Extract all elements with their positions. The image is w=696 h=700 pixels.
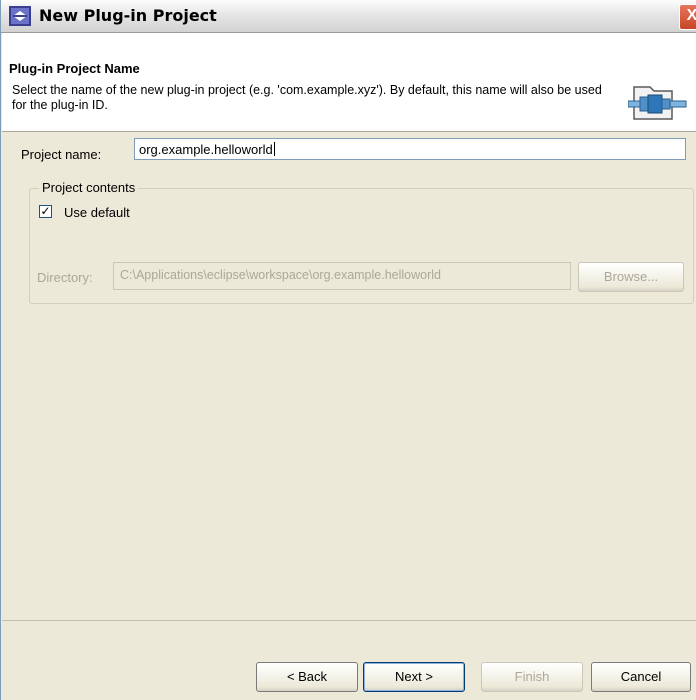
directory-label: Directory:: [37, 270, 93, 285]
cancel-button[interactable]: Cancel: [591, 662, 691, 692]
browse-button[interactable]: Browse...: [578, 262, 684, 292]
page-title: Plug-in Project Name: [9, 61, 140, 76]
checkmark-icon: ✓: [40, 204, 51, 218]
project-name-label: Project name:: [21, 147, 102, 162]
footer-separator: [2, 620, 696, 621]
next-button[interactable]: Next >: [363, 662, 465, 692]
close-icon: X: [686, 7, 696, 24]
eclipse-icon: [9, 6, 31, 26]
directory-input: C:\Applications\eclipse\workspace\org.ex…: [113, 262, 571, 290]
project-name-value: org.example.helloworld: [139, 142, 273, 157]
close-button[interactable]: X: [679, 4, 696, 30]
wizard-header: Plug-in Project Name Select the name of …: [2, 33, 696, 132]
use-default-checkbox[interactable]: ✓: [39, 205, 52, 218]
text-caret: [273, 142, 275, 156]
project-contents-title: Project contents: [39, 180, 139, 195]
finish-button[interactable]: Finish: [481, 662, 583, 692]
title-bar[interactable]: New Plug-in Project X: [1, 0, 696, 33]
use-default-label[interactable]: Use default: [64, 205, 130, 220]
new-plugin-project-dialog: New Plug-in Project X Plug-in Project Na…: [0, 0, 696, 700]
window-title: New Plug-in Project: [39, 6, 217, 25]
page-description: Select the name of the new plug-in proje…: [12, 83, 602, 112]
plugin-project-wizard-icon: [628, 86, 687, 120]
project-name-input[interactable]: org.example.helloworld: [134, 138, 686, 160]
back-button[interactable]: < Back: [256, 662, 358, 692]
